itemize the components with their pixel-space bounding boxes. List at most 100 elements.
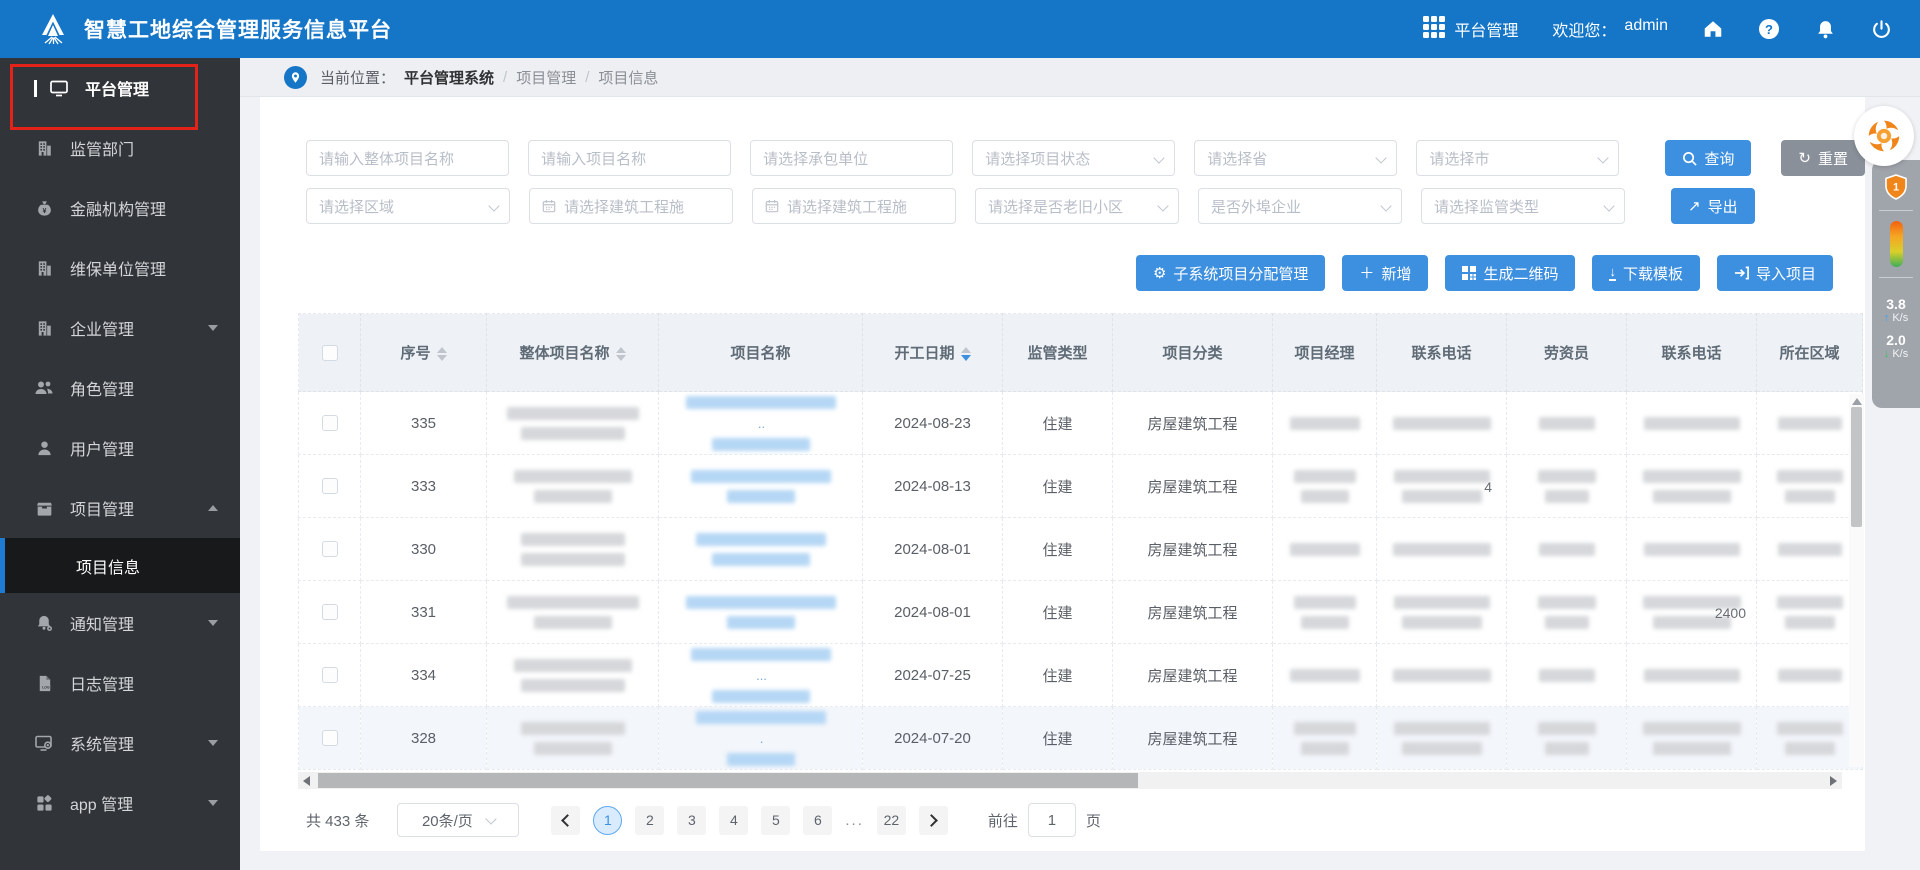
- breadcrumb-level2[interactable]: 项目管理: [516, 67, 576, 88]
- cell-project-name-link-blurred: .: [659, 707, 863, 770]
- sidebar-item-log-manage[interactable]: LOG 日志管理: [0, 653, 240, 713]
- scroll-right-arrow-icon[interactable]: [1830, 776, 1837, 786]
- sidebar-item-system-manage[interactable]: 系统管理: [0, 713, 240, 773]
- column-header-开工日期[interactable]: 开工日期: [863, 314, 1003, 392]
- horizontal-scroll-thumb[interactable]: [318, 773, 1138, 788]
- sort-carets-icon[interactable]: [616, 347, 626, 361]
- column-header-整体项目名称[interactable]: 整体项目名称: [487, 314, 659, 392]
- page-size-select[interactable]: 20条/页: [397, 803, 519, 837]
- table-row[interactable]: 3332024-08-13住建房屋建筑工程4: [299, 455, 1863, 518]
- page-button-5[interactable]: 5: [761, 806, 790, 835]
- filter-field-r1-3[interactable]: 请选择项目状态: [972, 140, 1175, 176]
- security-assistant-ball[interactable]: [1854, 106, 1914, 166]
- table-vertical-scrollbar[interactable]: [1849, 394, 1864, 767]
- power-logout-icon[interactable]: [1870, 18, 1892, 40]
- vertical-scroll-thumb[interactable]: [1851, 407, 1862, 527]
- chevron-down-icon: [1603, 200, 1614, 211]
- page-button-3[interactable]: 3: [677, 806, 706, 835]
- scroll-left-arrow-icon[interactable]: [303, 776, 310, 786]
- filter-field-r2-2[interactable]: 请选择建筑工程施: [752, 188, 956, 224]
- next-page-button[interactable]: [919, 806, 948, 835]
- column-header-序号[interactable]: 序号: [361, 314, 487, 392]
- filter-field-r2-0[interactable]: 请选择区域: [306, 188, 510, 224]
- scroll-up-arrow-icon[interactable]: [1852, 398, 1862, 405]
- page-button-2[interactable]: 2: [635, 806, 664, 835]
- chevron-down-icon: [1157, 200, 1168, 211]
- select-all-checkbox[interactable]: [322, 345, 338, 361]
- welcome-user: 欢迎您： admin: [1552, 17, 1668, 41]
- filter-field-r2-4[interactable]: 是否外埠企业: [1198, 188, 1402, 224]
- page-button-22[interactable]: 22: [877, 806, 906, 835]
- help-icon[interactable]: ?: [1758, 18, 1780, 40]
- generate-qrcode-button[interactable]: 生成二维码: [1445, 255, 1575, 291]
- table-row[interactable]: 335..2024-08-23住建房屋建筑工程: [299, 392, 1863, 455]
- cell-start-date: 2024-08-13: [863, 455, 1003, 518]
- filter-field-r1-5[interactable]: 请选择市: [1416, 140, 1619, 176]
- sidebar-item-platform-manage[interactable]: 平台管理: [0, 58, 240, 118]
- notification-bell-icon[interactable]: [1814, 18, 1836, 40]
- table-horizontal-scrollbar[interactable]: [298, 772, 1842, 789]
- sidebar-subitem-project-info[interactable]: 项目信息: [0, 538, 240, 593]
- row-checkbox[interactable]: [322, 415, 338, 431]
- sidebar-item-label: 系统管理: [70, 731, 134, 755]
- sort-carets-icon[interactable]: [961, 347, 971, 361]
- goto-page-input[interactable]: [1028, 803, 1076, 837]
- sidebar-item-project-manage[interactable]: 项目管理: [0, 478, 240, 538]
- cell-project-manager-blurred: [1273, 707, 1377, 770]
- export-button[interactable]: ↗ 导出: [1671, 188, 1755, 224]
- row-checkbox[interactable]: [322, 604, 338, 620]
- building-icon: [34, 138, 54, 158]
- home-icon[interactable]: [1702, 18, 1724, 40]
- chevron-down-icon: [1154, 152, 1165, 163]
- search-button[interactable]: 查询: [1665, 140, 1751, 176]
- cell-region-blurred: [1757, 518, 1863, 581]
- sidebar-item-financial-org[interactable]: ¥ 金融机构管理: [0, 178, 240, 238]
- chevron-down-icon: [208, 620, 218, 626]
- page-button-6[interactable]: 6: [803, 806, 832, 835]
- cell-project-name-link-blurred: ..: [659, 392, 863, 455]
- import-project-button[interactable]: 导入项目: [1717, 255, 1833, 291]
- row-checkbox[interactable]: [322, 667, 338, 683]
- filter-field-r1-0[interactable]: 请输入整体项目名称: [306, 140, 509, 176]
- row-checkbox[interactable]: [322, 478, 338, 494]
- project-box-icon: [34, 498, 54, 518]
- cell: [299, 644, 361, 707]
- page-button-1[interactable]: 1: [593, 806, 622, 835]
- sort-carets-icon[interactable]: [437, 347, 447, 361]
- sidebar-item-label: app 管理: [70, 791, 133, 815]
- sidebar-item-notice-manage[interactable]: 通知管理: [0, 593, 240, 653]
- filter-field-r2-5[interactable]: 请选择监管类型: [1421, 188, 1625, 224]
- filter-field-r1-2[interactable]: 请选择承包单位: [750, 140, 953, 176]
- sidebar-item-regulator-dept[interactable]: 监管部门: [0, 118, 240, 178]
- reset-button[interactable]: ↻ 重置: [1781, 140, 1865, 176]
- cell-seq: 331: [361, 581, 487, 644]
- table-row[interactable]: 328.2024-07-20住建房屋建筑工程: [299, 707, 1863, 770]
- filter-field-r1-1[interactable]: 请输入项目名称: [528, 140, 731, 176]
- filter-field-r1-4[interactable]: 请选择省: [1194, 140, 1397, 176]
- column-header-项目分类: 项目分类: [1113, 314, 1273, 392]
- subsystem-assign-button[interactable]: ⚙子系统项目分配管理: [1136, 255, 1325, 291]
- row-checkbox[interactable]: [322, 541, 338, 557]
- prev-page-button[interactable]: [551, 806, 580, 835]
- page-button-4[interactable]: 4: [719, 806, 748, 835]
- row-checkbox[interactable]: [322, 730, 338, 746]
- sidebar-item-user-manage[interactable]: 用户管理: [0, 418, 240, 478]
- add-button[interactable]: ＋新增: [1342, 255, 1428, 291]
- platform-manage-entry[interactable]: 平台管理: [1423, 16, 1518, 43]
- table-row[interactable]: 3302024-08-01住建房屋建筑工程: [299, 518, 1863, 581]
- speed-monitor-panel[interactable]: 1 3.8 ↑ K/s 2.0 ↓ K/s: [1872, 160, 1920, 408]
- filter-field-r2-3[interactable]: 请选择是否老旧小区: [975, 188, 1179, 224]
- cell: [299, 455, 361, 518]
- download-template-button[interactable]: ↓下载模板: [1592, 255, 1700, 291]
- sidebar-item-maintenance-unit[interactable]: 维保单位管理: [0, 238, 240, 298]
- breadcrumb-root[interactable]: 平台管理系统: [404, 67, 494, 88]
- table-row[interactable]: 3312024-08-01住建房屋建筑工程2400: [299, 581, 1863, 644]
- filter-field-r2-1[interactable]: 请选择建筑工程施: [529, 188, 733, 224]
- more-pages-ellipsis[interactable]: ...: [845, 812, 864, 829]
- sidebar-item-app-manage[interactable]: app 管理: [0, 773, 240, 833]
- breadcrumb-level3[interactable]: 项目信息: [598, 67, 658, 88]
- sidebar-item-role-manage[interactable]: 角色管理: [0, 358, 240, 418]
- table-row[interactable]: 334...2024-07-25住建房屋建筑工程: [299, 644, 1863, 707]
- sidebar-item-enterprise-manage[interactable]: 企业管理: [0, 298, 240, 358]
- cell-project-manager-blurred: [1273, 392, 1377, 455]
